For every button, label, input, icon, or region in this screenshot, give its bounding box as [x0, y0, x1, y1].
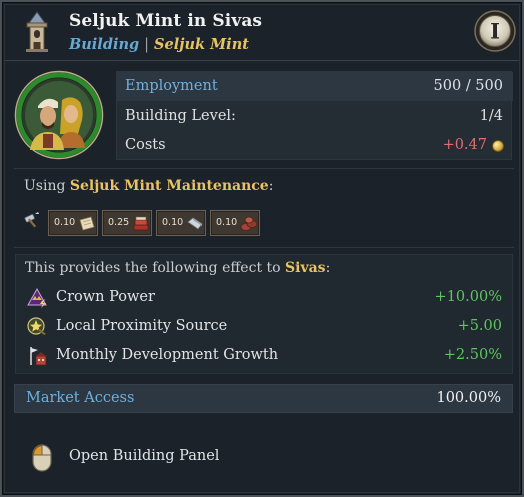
costs-label: Costs [125, 137, 166, 153]
goods-slot-books[interactable]: 0.25 [102, 210, 152, 236]
building-tooltip: Seljuk Mint in Sivas Building | Seljuk Min… [0, 0, 524, 497]
copper-goods-icon [240, 216, 258, 231]
maintenance-prefix: Using [24, 178, 70, 194]
subtitle-separator: | [144, 37, 150, 53]
effects-box: This provides the following effect to Si… [15, 254, 513, 374]
open-building-panel-label: Open Building Panel [69, 448, 220, 464]
effect-label: Monthly Development Growth [56, 347, 279, 363]
building-name-link[interactable]: Seljuk Mint [154, 36, 249, 53]
employment-label: Employment [125, 78, 218, 94]
development-growth-icon [30, 347, 47, 366]
market-access-row[interactable]: Market Access 100.00% [14, 384, 513, 413]
goods-slot-copper[interactable]: 0.10 [210, 210, 260, 236]
building-type-link[interactable]: Building [69, 36, 139, 53]
market-access-label: Market Access [26, 390, 135, 406]
section-divider [14, 247, 514, 248]
tooltip-header: Seljuk Mint in Sivas Building | Seljuk Min… [5, 5, 519, 59]
books-goods-icon [133, 216, 149, 231]
paper-goods-icon [79, 216, 95, 231]
building-level-value: 1/4 [479, 108, 503, 124]
costs-row: Costs +0.47 [117, 131, 513, 160]
goods-value: 0.10 [216, 217, 238, 228]
crown-power-icon [27, 287, 47, 308]
goods-slot-silver[interactable]: 0.10 [156, 210, 206, 236]
section-divider [14, 168, 514, 169]
effects-head-suffix: : [325, 260, 331, 276]
open-building-panel-hint[interactable]: Open Building Panel [30, 442, 230, 472]
maintenance-heading: Using Seljuk Mint Maintenance: [24, 178, 273, 194]
goods-value: 0.25 [108, 217, 130, 228]
proximity-source-icon [27, 317, 47, 336]
effect-value: +10.00% [434, 289, 502, 305]
costs-value: +0.47 [442, 137, 487, 153]
effects-heading: This provides the following effect to Si… [25, 260, 330, 276]
goods-slot-paper[interactable]: 0.10 [48, 210, 98, 236]
workers-portrait-icon [14, 70, 104, 160]
building-tower-icon [26, 11, 48, 52]
goods-value: 0.10 [162, 217, 184, 228]
maintenance-name-link[interactable]: Seljuk Mint Maintenance [70, 178, 269, 194]
effect-value: +5.00 [457, 318, 502, 334]
effect-row-crown-power[interactable]: Crown Power +10.00% [16, 285, 512, 313]
effect-label: Local Proximity Source [56, 318, 228, 334]
building-title: Seljuk Mint in Sivas [69, 11, 263, 31]
building-level-label: Building Level: [125, 108, 236, 124]
market-access-value: 100.00% [436, 390, 501, 406]
employment-row[interactable]: Employment 500 / 500 [117, 72, 513, 101]
building-subtitle: Building | Seljuk Mint [69, 36, 249, 53]
gold-coin-icon [492, 140, 504, 152]
effect-value: +2.50% [443, 347, 502, 363]
effect-label: Crown Power [56, 289, 155, 305]
effect-row-proximity-source[interactable]: Local Proximity Source +5.00 [16, 314, 512, 342]
location-name-link[interactable]: Sivas [285, 260, 326, 276]
header-divider [5, 60, 519, 61]
building-level-row: Building Level: 1/4 [117, 102, 513, 131]
effects-head-prefix: This provides the following effect to [25, 260, 286, 276]
employment-value: 500 / 500 [433, 78, 503, 94]
mouse-click-icon [32, 444, 52, 472]
maintenance-suffix: : [268, 178, 274, 194]
silver-goods-icon [187, 217, 203, 230]
info-button-glyph: I [490, 19, 500, 44]
effect-row-development-growth[interactable]: Monthly Development Growth +2.50% [16, 343, 512, 371]
info-roman-numeral-icon[interactable]: I [474, 10, 516, 52]
hammer-icon [24, 212, 39, 228]
goods-value: 0.10 [54, 217, 76, 228]
building-stats-box: Employment 500 / 500 Building Level: 1/4… [116, 71, 513, 160]
